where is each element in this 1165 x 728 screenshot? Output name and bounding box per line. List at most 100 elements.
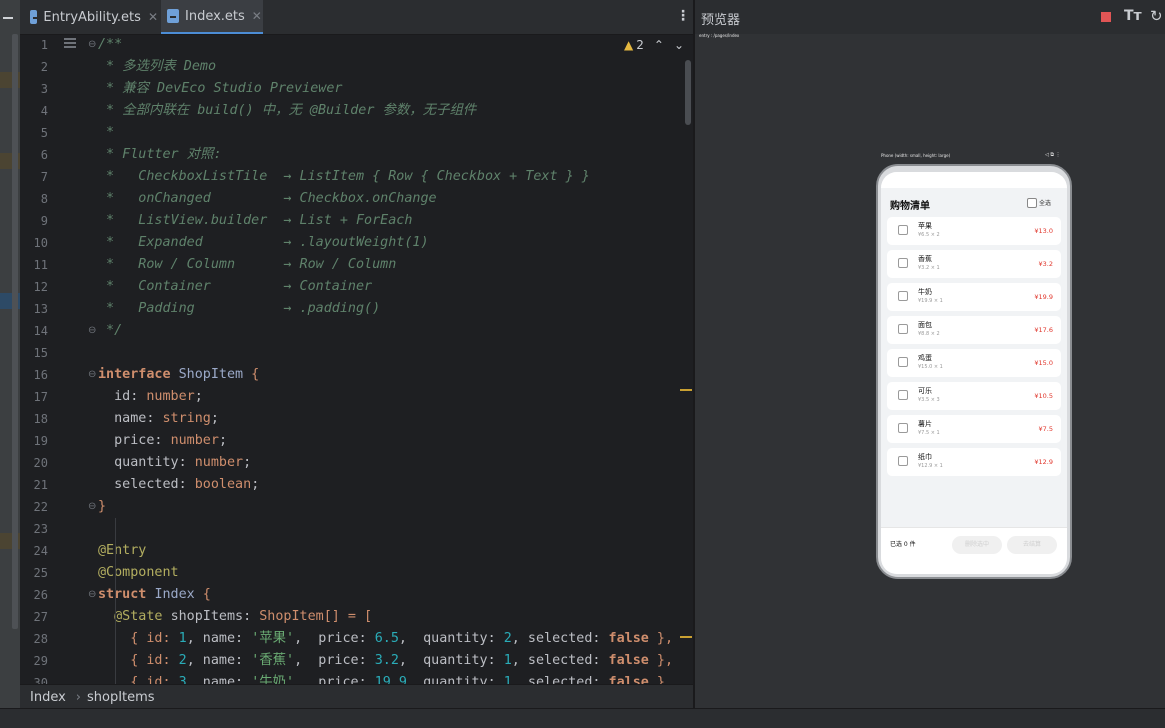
code-token: { id: (98, 631, 179, 646)
delete-selected-button[interactable]: 删除选中 (952, 536, 1002, 554)
code-token: number (146, 389, 195, 404)
code-token: ; (251, 477, 260, 492)
fold-icon[interactable]: ⊖ (88, 589, 96, 600)
tab-label: EntryAbility.ets (43, 9, 141, 25)
item-desc: ¥6.5 × 2 (918, 232, 940, 238)
entry-path: entry : /pages/Index (699, 33, 740, 38)
chevron-up-icon[interactable]: ⌃ (654, 38, 664, 52)
code-line: * 全部内联在 build() 中，无 @Builder 参数，无子组件 (98, 100, 476, 122)
fold-icon[interactable]: ⊖ (88, 325, 96, 336)
close-icon[interactable]: ✕ (148, 10, 158, 24)
item-checkbox[interactable] (898, 324, 908, 334)
code-token: 2 (503, 631, 512, 646)
breadcrumb-item[interactable]: shopItems (87, 690, 155, 705)
item-name: 可乐 (918, 387, 932, 395)
list-item[interactable]: 面包 ¥8.8 × 2 ¥17.6 (887, 316, 1061, 344)
item-price: ¥10.5 (1034, 392, 1053, 400)
device-toolbar-icons[interactable]: ◁ ⧉ ⋮ (1045, 152, 1061, 158)
code-area[interactable]: /** * 多选列表 Demo * 兼容 DevEco Studio Previ… (98, 34, 688, 690)
list-item[interactable]: 纸巾 ¥12.9 × 1 ¥12.9 (887, 448, 1061, 476)
code-line: selected: boolean; (98, 474, 259, 496)
item-checkbox[interactable] (898, 357, 908, 367)
code-token: , name: (186, 631, 252, 646)
more-options-icon[interactable]: ⋮ (676, 8, 690, 24)
warning-stripe[interactable] (680, 636, 692, 638)
code-token: @State (98, 609, 171, 624)
select-all-checkbox[interactable] (1027, 198, 1037, 208)
line-number: 9 (40, 214, 48, 228)
stop-icon[interactable] (1101, 12, 1111, 22)
warning-stripe[interactable] (680, 389, 692, 391)
code-token: { (194, 587, 211, 602)
checkout-button[interactable]: 去结算 (1007, 536, 1057, 554)
code-token: * (98, 125, 115, 140)
code-token: ShopItem (259, 609, 324, 624)
reader-mode-icon[interactable] (64, 38, 76, 48)
item-checkbox[interactable] (898, 456, 908, 466)
warning-count: 2 (636, 38, 644, 52)
code-token: ; (243, 455, 252, 470)
item-checkbox[interactable] (898, 423, 908, 433)
item-checkbox[interactable] (898, 258, 908, 268)
inspection-widget[interactable]: ▲ 2 ⌃ ⌄ (624, 38, 684, 52)
tab-entryability[interactable]: EntryAbility.ets ✕ (28, 0, 158, 34)
code-token: , quantity: (398, 631, 504, 646)
code-line: name: string; (98, 408, 219, 430)
code-token: price: (98, 433, 171, 448)
breadcrumb-item[interactable]: Index (30, 690, 66, 705)
code-token: shopItems: (170, 609, 260, 624)
code-line: * (98, 122, 114, 144)
fold-icon[interactable]: ⊖ (88, 501, 96, 512)
line-number: 26 (33, 588, 48, 602)
code-token: ; (194, 389, 203, 404)
code-line: * 多选列表 Demo (98, 56, 216, 78)
code-token: , selected: (511, 631, 609, 646)
strip-scrollbar[interactable] (12, 34, 18, 629)
close-icon[interactable]: ✕ (252, 9, 262, 23)
line-number: 21 (33, 478, 48, 492)
status-bar (881, 172, 1067, 188)
list-item[interactable]: 牛奶 ¥19.9 × 1 ¥19.9 (887, 283, 1061, 311)
line-number: 5 (40, 126, 48, 140)
indent-guide (115, 518, 116, 684)
item-checkbox[interactable] (898, 225, 908, 235)
editor-scrollbar[interactable] (685, 60, 691, 125)
item-checkbox[interactable] (898, 390, 908, 400)
fold-icon[interactable]: ⊖ (88, 369, 96, 380)
code-line: * ListView.builder → List + ForEach (98, 210, 412, 232)
refresh-icon[interactable]: ↻ (1150, 7, 1163, 25)
chevron-down-icon[interactable]: ⌄ (674, 38, 684, 52)
tab-index[interactable]: Index.ets ✕ (161, 0, 263, 34)
line-number: 29 (33, 654, 48, 668)
list-item[interactable]: 可乐 ¥3.5 × 3 ¥10.5 (887, 382, 1061, 410)
code-token: selected: (98, 477, 195, 492)
selected-count: 已选 0 件 (890, 541, 916, 548)
item-name: 香蕉 (918, 255, 932, 263)
select-all-label[interactable]: 全选 (1039, 198, 1051, 207)
collapse-icon[interactable] (3, 17, 13, 19)
item-desc: ¥3.5 × 3 (918, 397, 940, 403)
line-number: 23 (33, 522, 48, 536)
line-number: 28 (33, 632, 48, 646)
list-item[interactable]: 鸡蛋 ¥15.0 × 1 ¥15.0 (887, 349, 1061, 377)
code-line: * CheckboxListTile → ListItem { Row { Ch… (98, 166, 590, 188)
list-item[interactable]: 苹果 ¥6.5 × 2 ¥13.0 (887, 217, 1061, 245)
list-item[interactable]: 薯片 ¥7.5 × 1 ¥7.5 (887, 415, 1061, 443)
list-item[interactable]: 香蕉 ¥3.2 × 1 ¥3.2 (887, 250, 1061, 278)
item-checkbox[interactable] (898, 291, 908, 301)
item-name: 牛奶 (918, 288, 932, 296)
font-size-icon[interactable]: Tт (1124, 8, 1142, 24)
code-token: 6.5 (374, 631, 399, 646)
line-number: 12 (33, 280, 48, 294)
code-token: [] = [ (323, 609, 373, 624)
item-price: ¥19.9 (1034, 293, 1053, 301)
fold-icon[interactable]: ⊖ (88, 39, 96, 50)
code-token: }, (648, 631, 674, 646)
line-number: 25 (33, 566, 48, 580)
code-line: @Component (98, 562, 179, 584)
line-number: 7 (40, 170, 48, 184)
code-token: * Expanded → .layoutWeight(1) (98, 235, 429, 250)
item-price: ¥17.6 (1034, 326, 1053, 334)
warning-icon: ▲ (624, 38, 634, 52)
code-line: quantity: number; (98, 452, 251, 474)
